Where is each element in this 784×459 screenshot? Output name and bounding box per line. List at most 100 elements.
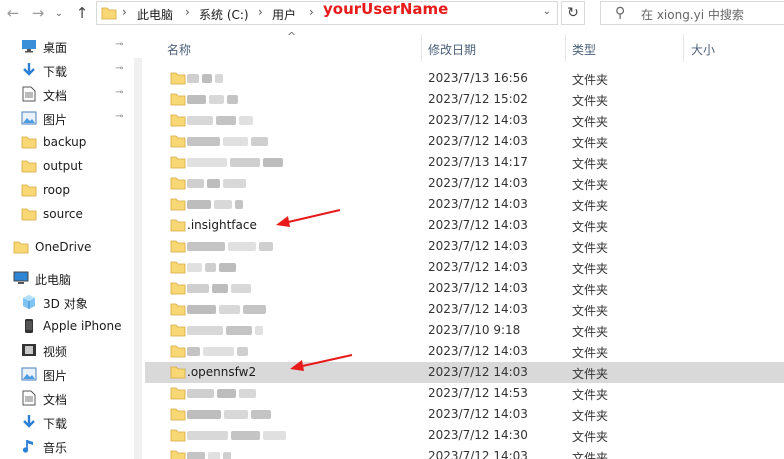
forward-button[interactable]: → [28, 3, 48, 23]
column-date-modified[interactable]: 修改日期 [428, 41, 476, 58]
music-icon [21, 438, 37, 454]
sidebar-item-pc-6[interactable]: 音乐 [0, 435, 145, 457]
file-list: 2023/7/13 16:56 文件夹 2023/7/12 15:02 文件夹 2023… [145, 68, 784, 459]
folder-icon [170, 92, 186, 106]
file-row[interactable]: 2023/7/13 16:56 文件夹 [145, 68, 784, 89]
file-name: .opennsfw2 [187, 365, 257, 379]
file-row[interactable]: 2023/7/12 14:53 文件夹 [145, 383, 784, 404]
redacted-name-block [187, 137, 220, 146]
pin-icon[interactable]: ⊸ [115, 39, 123, 50]
sidebar-item-quick-3[interactable]: 图片 ⊸ [0, 107, 145, 129]
sidebar-item-quick-5[interactable]: output [0, 155, 145, 177]
file-row[interactable]: 2023/7/12 14:03 文件夹 [145, 257, 784, 278]
sidebar-item-label: Apple iPhone [43, 319, 122, 333]
file-row[interactable]: 2023/7/12 14:03 文件夹 [145, 341, 784, 362]
file-type: 文件夹 [572, 451, 609, 459]
breadcrumb-system-drive[interactable]: 系统 (C:) [199, 6, 249, 23]
sidebar-item-quick-4[interactable]: backup [0, 131, 145, 153]
breadcrumb-users[interactable]: 用户 [272, 6, 296, 23]
sidebar-item-pc-0[interactable]: 3D 对象 [0, 291, 145, 313]
column-size[interactable]: 大小 [691, 41, 715, 58]
search-placeholder: 在 xiong.yi 中搜索 [641, 8, 744, 22]
file-row[interactable]: 2023/7/12 14:03 文件夹 [145, 131, 784, 152]
file-row[interactable]: 2023/7/12 14:03 文件夹 [145, 236, 784, 257]
redacted-name-block [251, 410, 271, 419]
column-divider[interactable] [683, 34, 684, 62]
sidebar-item-this-pc[interactable]: 此电脑 [0, 267, 145, 289]
redacted-name-block [227, 95, 238, 104]
file-type: 文件夹 [572, 73, 609, 87]
redacted-name-block [231, 431, 260, 440]
sidebar-item-quick-2[interactable]: 文档 ⊸ [0, 83, 145, 105]
redacted-name-block [187, 158, 227, 167]
sidebar-scrollbar[interactable] [132, 38, 144, 459]
sidebar-item-onedrive[interactable]: OneDrive [0, 236, 145, 258]
sidebar-item-quick-1[interactable]: 下载 ⊸ [0, 59, 145, 81]
file-row[interactable]: 2023/7/12 14:03 文件夹 [145, 404, 784, 425]
folder-icon [170, 113, 186, 127]
column-name[interactable]: 名称 [167, 41, 191, 58]
file-row[interactable]: 2023/7/12 14:03 文件夹 [145, 173, 784, 194]
file-row[interactable]: 2023/7/12 14:03 文件夹 [145, 194, 784, 215]
file-row[interactable]: 2023/7/12 14:03 文件夹 [145, 278, 784, 299]
file-row[interactable]: 2023/7/13 14:17 文件夹 [145, 152, 784, 173]
sidebar-item-label: backup [43, 135, 87, 149]
address-dropdown-icon[interactable]: ⌄ [543, 6, 551, 17]
column-type[interactable]: 类型 [572, 41, 596, 58]
breadcrumb-separator: › [258, 5, 263, 19]
file-row[interactable]: 2023/7/12 15:02 文件夹 [145, 89, 784, 110]
sidebar-item-pc-5[interactable]: 下载 [0, 411, 145, 433]
file-date-modified: 2023/7/12 15:02 [428, 92, 528, 106]
scrollbar-thumb[interactable] [134, 58, 142, 459]
file-row[interactable]: .insightface 2023/7/12 14:03 文件夹 [145, 215, 784, 236]
file-row[interactable]: 2023/7/12 14:03 文件夹 [145, 299, 784, 320]
sidebar-item-quick-6[interactable]: roop [0, 179, 145, 201]
sidebar-item-pc-3[interactable]: 图片 [0, 363, 145, 385]
column-divider[interactable] [565, 34, 566, 62]
breadcrumb-this-pc[interactable]: 此电脑 [137, 6, 173, 23]
file-row[interactable]: 2023/7/12 14:03 文件夹 [145, 110, 784, 131]
search-box[interactable]: ⚲ 在 xiong.yi 中搜索 [600, 1, 784, 25]
folder-icon [170, 428, 186, 442]
sidebar-item-pc-2[interactable]: 视频 [0, 339, 145, 361]
file-type: 文件夹 [572, 346, 609, 360]
sidebar-item-label: 图片 [43, 113, 68, 127]
pin-icon[interactable]: ⊸ [115, 63, 123, 74]
redacted-name-block [239, 116, 253, 125]
file-date-modified: 2023/7/12 14:03 [428, 407, 528, 421]
file-date-modified: 2023/7/12 14:03 [428, 113, 528, 127]
back-arrow-icon: ← [6, 4, 20, 22]
redacted-name-block [230, 158, 260, 167]
file-date-modified: 2023/7/12 14:03 [428, 344, 528, 358]
redacted-name-block [223, 137, 248, 146]
refresh-button[interactable]: ↻ [561, 1, 585, 25]
up-button[interactable]: ↑ [72, 3, 92, 23]
recent-locations-button[interactable]: ⌄ [52, 3, 66, 23]
folder-icon [170, 386, 186, 400]
redacted-name-block [187, 431, 228, 440]
address-bar[interactable]: › 此电脑 › 系统 (C:) › 用户 › yourUserName ⌄ [96, 0, 558, 25]
back-button[interactable]: ← [3, 3, 23, 23]
file-row[interactable]: 2023/7/12 14:03 文件夹 [145, 446, 784, 459]
file-row[interactable]: 2023/7/10 9:18 文件夹 [145, 320, 784, 341]
redacted-name-block [239, 389, 256, 398]
sidebar-item-pc-1[interactable]: Apple iPhone [0, 315, 145, 337]
redacted-name-block [217, 389, 236, 398]
file-row[interactable]: 2023/7/12 14:30 文件夹 [145, 425, 784, 446]
redacted-name-block [187, 179, 204, 188]
file-name: .insightface [187, 218, 257, 232]
download-icon [21, 414, 37, 430]
sidebar-item-quick-0[interactable]: 桌面 ⊸ [0, 35, 145, 57]
file-type: 文件夹 [572, 430, 609, 444]
redacted-name-block [187, 200, 211, 209]
sidebar-item-pc-4[interactable]: 文档 [0, 387, 145, 409]
redacted-name-block [263, 431, 286, 440]
file-row[interactable]: .opennsfw2 2023/7/12 14:03 文件夹 [145, 362, 784, 383]
sidebar-item-quick-7[interactable]: source [0, 203, 145, 225]
folder-icon [21, 182, 37, 198]
pin-icon[interactable]: ⊸ [115, 111, 123, 122]
pin-icon[interactable]: ⊸ [115, 87, 123, 98]
address-toolbar: ← → ⌄ ↑ › 此电脑 › 系统 (C:) › 用户 › yourUserN… [0, 0, 784, 26]
redacted-name-block [209, 95, 224, 104]
column-divider[interactable] [421, 34, 422, 62]
